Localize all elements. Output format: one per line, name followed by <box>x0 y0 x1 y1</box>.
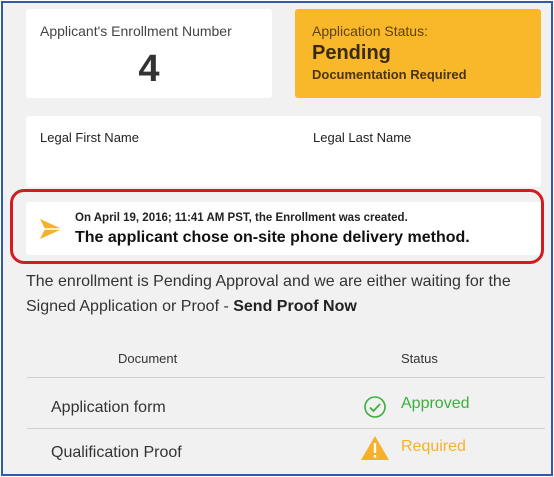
legal-first-name-label: Legal First Name <box>40 130 139 145</box>
application-status-label: Application Status: <box>312 23 428 39</box>
document-row-status: Approved <box>401 395 470 412</box>
pending-approval-message: The enrollment is Pending Approval and w… <box>26 269 541 319</box>
legal-name-card: Legal First Name Legal Last Name <box>26 116 541 187</box>
application-status-value: Pending <box>312 42 391 64</box>
enrollment-panel: Applicant's Enrollment Number 4 Applicat… <box>1 1 553 476</box>
warning-triangle-icon <box>361 436 389 460</box>
application-status-card: Application Status: Pending Documentatio… <box>295 9 541 98</box>
document-column-header: Document <box>118 351 178 366</box>
event-delivery-method-text: The applicant chose on-site phone delive… <box>75 229 470 246</box>
send-arrow-icon <box>40 219 62 239</box>
check-circle-icon <box>364 396 386 418</box>
table-row-divider <box>27 428 545 429</box>
send-proof-now-link[interactable]: Send Proof Now <box>233 298 357 315</box>
legal-last-name-label: Legal Last Name <box>313 130 412 145</box>
document-row-name[interactable]: Application form <box>51 399 166 417</box>
enrollment-number: 4 <box>138 48 160 90</box>
table-header-divider <box>27 377 545 378</box>
status-column-header: Status <box>401 351 438 366</box>
enrollment-number-card: Applicant's Enrollment Number 4 <box>26 9 272 98</box>
application-status-detail: Documentation Required <box>312 67 467 82</box>
enrollment-number-label: Applicant's Enrollment Number <box>40 23 232 39</box>
enrollment-event-card: On April 19, 2016; 11:41 AM PST, the Enr… <box>26 202 541 255</box>
document-row-name[interactable]: Qualification Proof <box>51 444 182 462</box>
document-row-status: Required <box>401 438 466 455</box>
event-timestamp-text: On April 19, 2016; 11:41 AM PST, the Enr… <box>75 212 408 224</box>
